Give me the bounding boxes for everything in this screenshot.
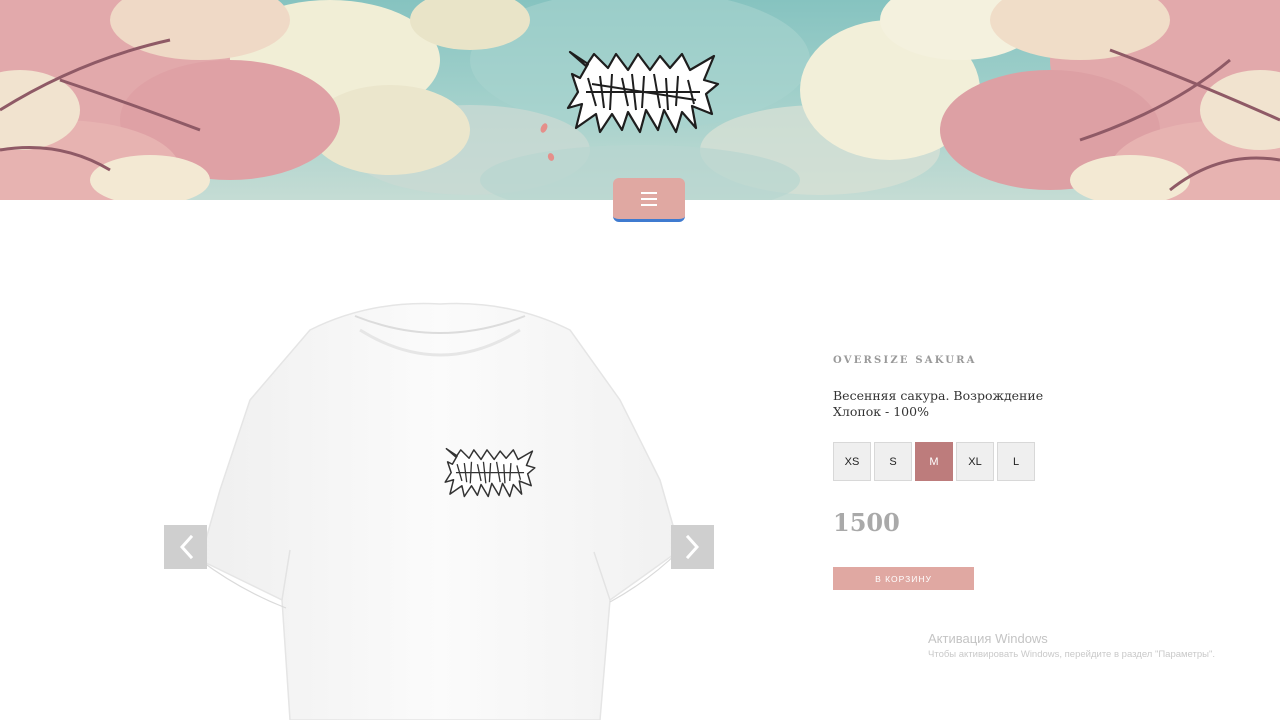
product-title: OVERSIZE SAKURA [833, 355, 977, 366]
windows-activation-title: Активация Windows [928, 631, 1048, 646]
product-description-line: Весенняя сакура. Возрождение [833, 388, 1044, 403]
hamburger-icon [641, 191, 657, 206]
gallery-prev-button[interactable] [164, 525, 207, 569]
size-option-s[interactable]: S [874, 442, 912, 481]
add-to-cart-button[interactable]: В КОРЗИНУ [833, 567, 974, 590]
product-price: 1500 [833, 508, 900, 537]
menu-button[interactable] [613, 178, 685, 222]
size-option-m[interactable]: M [915, 442, 953, 481]
chevron-left-icon [179, 535, 193, 559]
product-image-tshirt [199, 302, 681, 720]
product-material-line: Хлопок - 100% [833, 404, 929, 419]
size-selector: XS S M XL L [833, 442, 1038, 481]
brand-logo[interactable] [566, 48, 720, 134]
windows-activation-subtitle: Чтобы активировать Windows, перейдите в … [928, 649, 1215, 660]
size-option-xs[interactable]: XS [833, 442, 871, 481]
chevron-right-icon [685, 535, 699, 559]
gallery-next-button[interactable] [671, 525, 714, 569]
chest-print-logo [444, 447, 536, 498]
size-option-l[interactable]: L [997, 442, 1035, 481]
product-description: Весенняя сакура. Возрождение Хлопок - 10… [833, 388, 1043, 420]
size-option-xl[interactable]: XL [956, 442, 994, 481]
header-banner [0, 0, 1280, 200]
